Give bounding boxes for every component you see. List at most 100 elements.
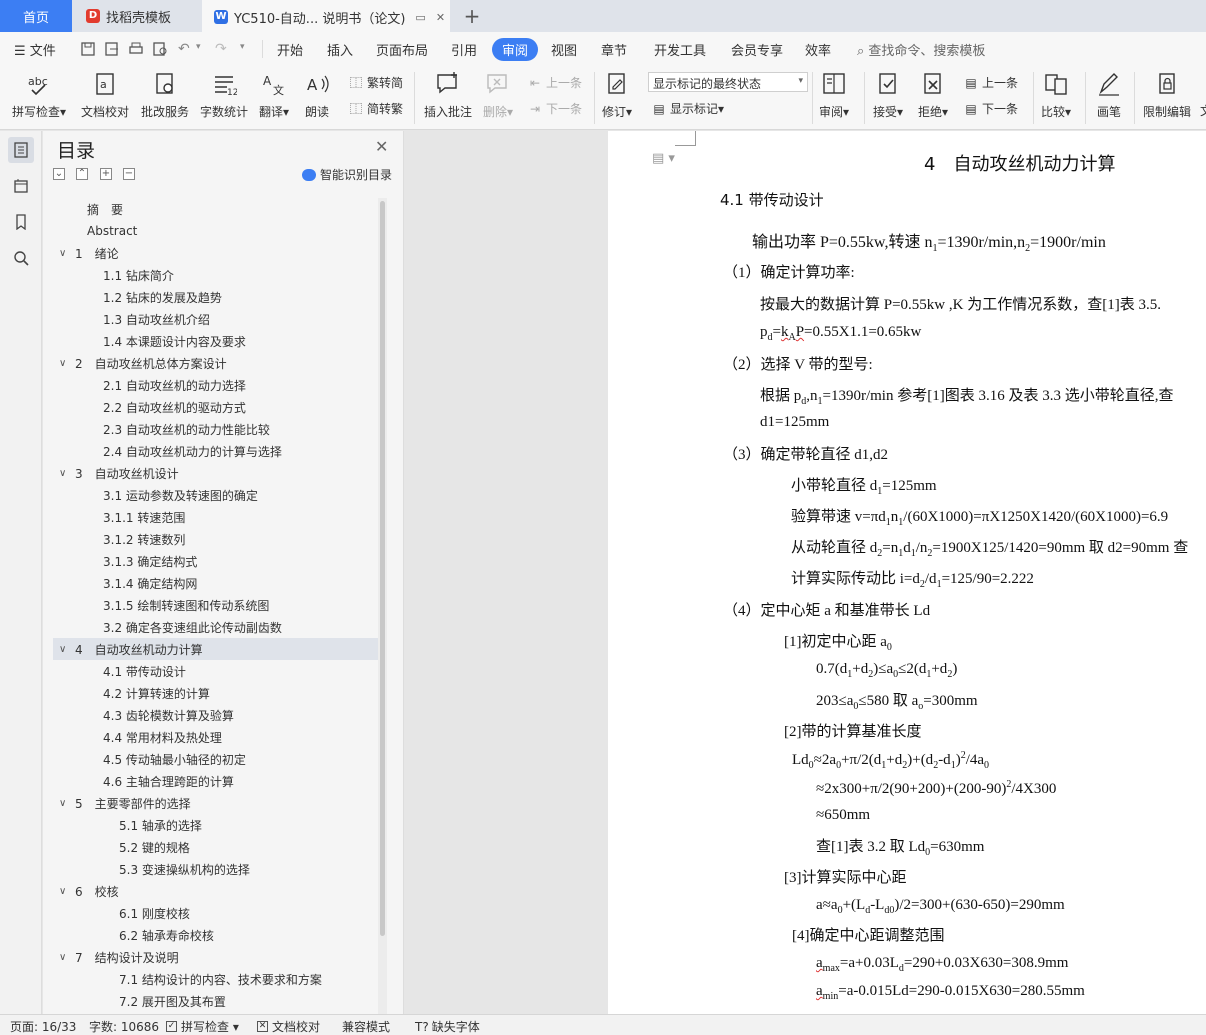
delete-comment-button[interactable]: 删除▾ bbox=[483, 70, 513, 120]
toc-item[interactable]: ∨ 4 自动攻丝机动力计算 bbox=[53, 638, 378, 660]
toc-item[interactable]: ∨ 5 主要零部件的选择 bbox=[53, 792, 378, 814]
print-preview-icon[interactable] bbox=[152, 41, 168, 57]
expand-up-icon[interactable]: ⌃ bbox=[76, 168, 88, 180]
toc-item[interactable]: ∨ 7 结构设计及说明 bbox=[53, 946, 378, 968]
show-markup-button[interactable]: ▤ 显示标记▾ bbox=[651, 100, 724, 117]
print-icon[interactable] bbox=[128, 41, 144, 57]
toc-item[interactable]: 4.6 主轴合理跨距的计算 bbox=[53, 770, 378, 792]
find-toggle[interactable] bbox=[8, 245, 34, 271]
read-aloud-button[interactable]: A 朗读 bbox=[304, 70, 330, 120]
toc-item[interactable]: 3.1.4 确定结构网 bbox=[53, 572, 378, 594]
new-tab-button[interactable]: + bbox=[458, 0, 486, 32]
toc-item[interactable]: 5.2 键的规格 bbox=[53, 836, 378, 858]
review-pane-button[interactable]: 审阅▾ bbox=[819, 70, 849, 120]
toc-item[interactable]: 3.1.2 转速数列 bbox=[53, 528, 378, 550]
tab-document[interactable]: W YC510-自动... 说明书（论文) ▭ ✕ bbox=[202, 0, 450, 32]
bookmark-toggle[interactable] bbox=[8, 209, 34, 235]
toc-item[interactable]: 2.3 自动攻丝机的动力性能比较 bbox=[53, 418, 378, 440]
toc-item[interactable]: 4.2 计算转速的计算 bbox=[53, 682, 378, 704]
toc-item[interactable]: ∨ 3 自动攻丝机设计 bbox=[53, 462, 378, 484]
word-count-indicator[interactable]: 字数: 10686 bbox=[89, 1018, 159, 1035]
chevron-down-icon[interactable]: ∨ bbox=[59, 886, 71, 897]
export-icon[interactable] bbox=[104, 41, 120, 57]
translate-button[interactable]: A文 翻译▾ bbox=[259, 70, 289, 120]
toc-item[interactable]: 4.3 齿轮模数计算及验算 bbox=[53, 704, 378, 726]
toc-item[interactable]: 2.2 自动攻丝机的驱动方式 bbox=[53, 396, 378, 418]
toc-item[interactable]: 1.1 钻床简介 bbox=[53, 264, 378, 286]
toc-item[interactable]: 6.2 轴承寿命校核 bbox=[53, 924, 378, 946]
toc-item[interactable]: 3.1.5 绘制转速图和传动系统图 bbox=[53, 594, 378, 616]
tab-template[interactable]: D 找稻壳模板 bbox=[72, 0, 200, 32]
smart-toc-button[interactable]: 智能识别目录 bbox=[302, 166, 392, 183]
prev-change-button[interactable]: ▤ 上一条 bbox=[963, 74, 1018, 91]
menu-membership[interactable]: 会员专享 bbox=[731, 40, 783, 59]
next-comment-button[interactable]: ⇥ 下一条 bbox=[527, 100, 582, 117]
menu-insert[interactable]: 插入 bbox=[327, 40, 353, 59]
toc-item[interactable]: ∨ 1 绪论 bbox=[53, 242, 378, 264]
menu-view[interactable]: 视图 bbox=[551, 40, 577, 59]
toc-scrollbar-thumb[interactable] bbox=[380, 201, 385, 936]
command-search[interactable]: ⌕ 查找命令、搜索模板 bbox=[857, 40, 985, 59]
toc-item[interactable]: 5.3 变速操纵机构的选择 bbox=[53, 858, 378, 880]
spell-check-button[interactable]: abc 拼写检查▾ bbox=[12, 70, 66, 120]
toc-item[interactable]: Abstract bbox=[53, 220, 378, 242]
menu-references[interactable]: 引用 bbox=[451, 40, 477, 59]
toc-item[interactable]: 2.4 自动攻丝机动力的计算与选择 bbox=[53, 440, 378, 462]
status-doc-check[interactable]: ✕ 文档校对 bbox=[257, 1018, 320, 1035]
toc-item[interactable]: 7.2 展开图及其布置 bbox=[53, 990, 378, 1012]
file-menu[interactable]: ☰ 文件 bbox=[14, 40, 56, 59]
ribbon-overflow[interactable]: 文 bbox=[1200, 102, 1206, 119]
reject-button[interactable]: 拒绝▾ bbox=[918, 70, 948, 120]
insert-comment-button[interactable]: 插入批注 bbox=[424, 70, 472, 120]
undo-dropdown-icon[interactable]: ▾ bbox=[196, 42, 201, 52]
toc-panel-toggle[interactable] bbox=[8, 137, 34, 163]
menu-developer[interactable]: 开发工具 bbox=[654, 40, 706, 59]
toc-item[interactable]: 3.1.3 确定结构式 bbox=[53, 550, 378, 572]
save-icon[interactable] bbox=[80, 41, 96, 57]
toc-item[interactable]: 1.2 钻床的发展及趋势 bbox=[53, 286, 378, 308]
batch-service-button[interactable]: 批改服务 bbox=[141, 70, 189, 120]
menu-layout[interactable]: 页面布局 bbox=[376, 40, 428, 59]
close-icon[interactable]: ✕ bbox=[375, 137, 388, 156]
page-options-icon[interactable]: ▤ ▾ bbox=[652, 151, 675, 166]
doc-check-button[interactable]: a 文档校对 bbox=[81, 70, 129, 120]
missing-font[interactable]: T? 缺失字体 bbox=[415, 1018, 480, 1035]
collapse-all-icon[interactable]: ⌄ bbox=[53, 168, 65, 180]
menu-start[interactable]: 开始 bbox=[277, 40, 303, 59]
toc-item[interactable]: 7.1 结构设计的内容、技术要求和方案 bbox=[53, 968, 378, 990]
close-tab-icon[interactable]: ✕ bbox=[436, 11, 445, 24]
simp-to-trad-button[interactable]: ⿰简转繁 bbox=[348, 100, 403, 117]
toc-item[interactable]: 摘 要 bbox=[53, 198, 378, 220]
document-page[interactable]: ▤ ▾ 4 自动攻丝机动力计算 4.1 带传动设计 输出功率 P=0.55kw,… bbox=[608, 131, 1206, 1014]
chevron-down-icon[interactable]: ∨ bbox=[59, 952, 71, 963]
add-heading-icon[interactable]: + bbox=[100, 168, 112, 180]
nav-pane-toggle[interactable] bbox=[8, 173, 34, 199]
undo-icon[interactable]: ↶ bbox=[178, 41, 190, 57]
word-count-button[interactable]: 123 字数统计 bbox=[200, 70, 248, 120]
toc-item[interactable]: 2.1 自动攻丝机的动力选择 bbox=[53, 374, 378, 396]
toc-item[interactable]: ∨ 2 自动攻丝机总体方案设计 bbox=[53, 352, 378, 374]
toc-item[interactable]: 3.2 确定各变速组此论传动副齿数 bbox=[53, 616, 378, 638]
redo-icon[interactable]: ↷ bbox=[215, 41, 227, 57]
toc-item[interactable]: 1.4 本课题设计内容及要求 bbox=[53, 330, 378, 352]
tab-home[interactable]: 首页 bbox=[0, 0, 72, 32]
trad-to-simp-button[interactable]: ⿰繁转简 bbox=[348, 74, 403, 91]
chevron-down-icon[interactable]: ∨ bbox=[59, 358, 71, 369]
status-spell-check[interactable]: ✓ 拼写检查 ▾ bbox=[166, 1018, 239, 1035]
toc-item[interactable]: 4.4 常用材料及热处理 bbox=[53, 726, 378, 748]
toc-item[interactable]: 1.3 自动攻丝机介绍 bbox=[53, 308, 378, 330]
toc-item[interactable]: 3.1 运动参数及转速图的确定 bbox=[53, 484, 378, 506]
toc-item[interactable]: 4.5 传动轴最小轴径的初定 bbox=[53, 748, 378, 770]
toc-item[interactable]: 4.1 带传动设计 bbox=[53, 660, 378, 682]
chevron-down-icon[interactable]: ∨ bbox=[59, 798, 71, 809]
pen-button[interactable]: 画笔 bbox=[1096, 70, 1122, 120]
menu-review[interactable]: 审阅 bbox=[492, 38, 539, 61]
window-icon[interactable]: ▭ bbox=[415, 11, 425, 24]
chevron-down-icon[interactable]: ∨ bbox=[59, 248, 71, 259]
chevron-down-icon[interactable]: ∨ bbox=[59, 468, 71, 479]
toc-item[interactable]: ∨ 6 校核 bbox=[53, 880, 378, 902]
toc-item[interactable]: 6.1 刚度校核 bbox=[53, 902, 378, 924]
accept-button[interactable]: 接受▾ bbox=[873, 70, 903, 120]
menu-chapter[interactable]: 章节 bbox=[601, 40, 627, 59]
prev-comment-button[interactable]: ⇤ 上一条 bbox=[527, 74, 582, 91]
